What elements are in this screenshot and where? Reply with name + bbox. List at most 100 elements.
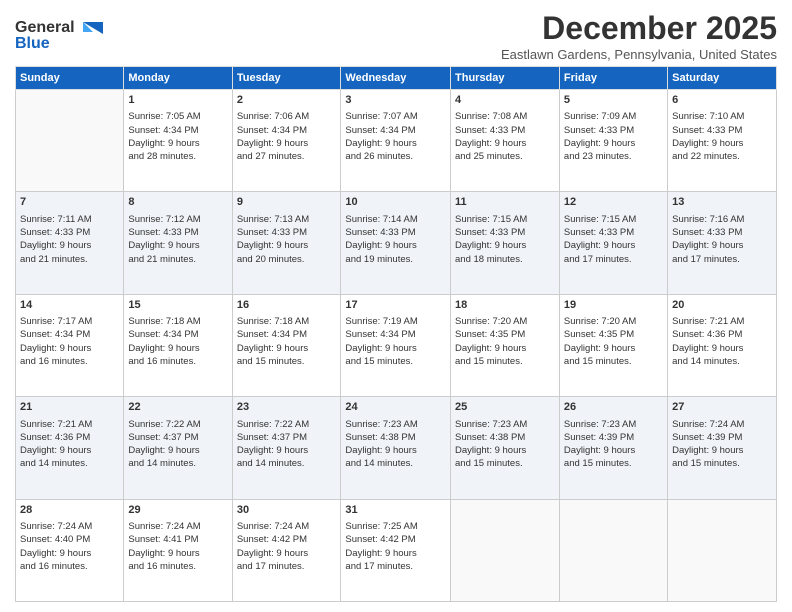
- table-row: 4 Sunrise: 7:08 AMSunset: 4:33 PMDaylight…: [451, 90, 560, 192]
- table-row: 13Sunrise: 7:16 AMSunset: 4:33 PMDayligh…: [668, 192, 777, 294]
- table-row: 12 Sunrise: 7:15 AMSunset: 4:33 PMDayligh…: [559, 192, 667, 294]
- day-info: Sunrise: 7:18 AMSunset: 4:34 PMDaylight:…: [128, 315, 227, 368]
- table-row: 29Sunrise: 7:24 AMSunset: 4:41 PMDayligh…: [124, 499, 232, 601]
- table-row: 21Sunrise: 7:21 AMSunset: 4:36 PMDayligh…: [16, 397, 124, 499]
- day-number: 26: [564, 400, 663, 415]
- day-number: 17: [345, 298, 446, 313]
- day-info: Sunrise: 7:23 AMSunset: 4:38 PMDaylight:…: [455, 418, 555, 471]
- day-number: 8: [128, 195, 227, 210]
- day-number: 24: [345, 400, 446, 415]
- day-number: 12: [564, 195, 663, 210]
- day-number: 3: [345, 93, 446, 108]
- day-info: Sunrise: 7:22 AMSunset: 4:37 PMDaylight:…: [237, 418, 337, 471]
- day-number: 6: [672, 93, 772, 108]
- day-number: 10: [345, 195, 446, 210]
- day-number: 31: [345, 503, 446, 518]
- table-row: 24 Sunrise: 7:23 AMSunset: 4:38 PMDayligh…: [341, 397, 451, 499]
- header-monday: Monday: [124, 67, 232, 90]
- day-number: 2: [237, 93, 337, 108]
- day-number: 9: [237, 195, 337, 210]
- day-number: 11: [455, 195, 555, 210]
- table-row: 11 Sunrise: 7:15 AMSunset: 4:33 PMDayligh…: [451, 192, 560, 294]
- day-info: Sunrise: 7:24 AMSunset: 4:40 PMDaylight:…: [20, 520, 119, 573]
- table-row: 25Sunrise: 7:23 AMSunset: 4:38 PMDayligh…: [451, 397, 560, 499]
- day-info: Sunrise: 7:14 AMSunset: 4:33 PMDaylight:…: [345, 213, 446, 266]
- header-wednesday: Wednesday: [341, 67, 451, 90]
- table-row: 30 Sunrise: 7:24 AMSunset: 4:42 PMDayligh…: [232, 499, 341, 601]
- header-tuesday: Tuesday: [232, 67, 341, 90]
- header-saturday: Saturday: [668, 67, 777, 90]
- day-info: Sunrise: 7:19 AMSunset: 4:34 PMDaylight:…: [345, 315, 446, 368]
- table-row: 14 Sunrise: 7:17 AMSunset: 4:34 PMDayligh…: [16, 294, 124, 396]
- day-info: Sunrise: 7:18 AMSunset: 4:34 PMDaylight:…: [237, 315, 337, 368]
- table-row: 19Sunrise: 7:20 AMSunset: 4:35 PMDayligh…: [559, 294, 667, 396]
- day-info: Sunrise: 7:08 AMSunset: 4:33 PMDaylight:…: [455, 110, 555, 163]
- day-info: Sunrise: 7:15 AMSunset: 4:33 PMDaylight:…: [564, 213, 663, 266]
- day-number: 5: [564, 93, 663, 108]
- calendar-table: Sunday Monday Tuesday Wednesday Thursday…: [15, 66, 777, 602]
- day-number: 23: [237, 400, 337, 415]
- day-info: Sunrise: 7:17 AMSunset: 4:34 PMDaylight:…: [20, 315, 119, 368]
- table-row: 9Sunrise: 7:13 AMSunset: 4:33 PMDaylight…: [232, 192, 341, 294]
- table-row: 15 Sunrise: 7:18 AMSunset: 4:34 PMDayligh…: [124, 294, 232, 396]
- day-info: Sunrise: 7:22 AMSunset: 4:37 PMDaylight:…: [128, 418, 227, 471]
- day-number: 14: [20, 298, 119, 313]
- day-info: Sunrise: 7:24 AMSunset: 4:42 PMDaylight:…: [237, 520, 337, 573]
- day-info: Sunrise: 7:20 AMSunset: 4:35 PMDaylight:…: [455, 315, 555, 368]
- page: General Blue December 2025 Eastlawn Gard…: [0, 0, 792, 612]
- table-row: 31 Sunrise: 7:25 AMSunset: 4:42 PMDayligh…: [341, 499, 451, 601]
- logo-icon: General Blue: [15, 14, 105, 56]
- calendar-week-row: 14 Sunrise: 7:17 AMSunset: 4:34 PMDayligh…: [16, 294, 777, 396]
- day-number: 29: [128, 503, 227, 518]
- day-info: Sunrise: 7:23 AMSunset: 4:39 PMDaylight:…: [564, 418, 663, 471]
- day-info: Sunrise: 7:10 AMSunset: 4:33 PMDaylight:…: [672, 110, 772, 163]
- calendar-week-row: 21Sunrise: 7:21 AMSunset: 4:36 PMDayligh…: [16, 397, 777, 499]
- day-number: 15: [128, 298, 227, 313]
- day-number: 16: [237, 298, 337, 313]
- table-row: 3 Sunrise: 7:07 AMSunset: 4:34 PMDaylight…: [341, 90, 451, 192]
- table-row: 28Sunrise: 7:24 AMSunset: 4:40 PMDayligh…: [16, 499, 124, 601]
- day-info: Sunrise: 7:11 AMSunset: 4:33 PMDaylight:…: [20, 213, 119, 266]
- logo: General Blue: [15, 14, 105, 56]
- table-row: [559, 499, 667, 601]
- day-number: 22: [128, 400, 227, 415]
- day-info: Sunrise: 7:23 AMSunset: 4:38 PMDaylight:…: [345, 418, 446, 471]
- day-number: 13: [672, 195, 772, 210]
- table-row: 26 Sunrise: 7:23 AMSunset: 4:39 PMDayligh…: [559, 397, 667, 499]
- table-row: [451, 499, 560, 601]
- day-info: Sunrise: 7:05 AMSunset: 4:34 PMDaylight:…: [128, 110, 227, 163]
- day-number: 20: [672, 298, 772, 313]
- table-row: 6 Sunrise: 7:10 AMSunset: 4:33 PMDaylight…: [668, 90, 777, 192]
- day-info: Sunrise: 7:25 AMSunset: 4:42 PMDaylight:…: [345, 520, 446, 573]
- table-row: 16 Sunrise: 7:18 AMSunset: 4:34 PMDayligh…: [232, 294, 341, 396]
- location: Eastlawn Gardens, Pennsylvania, United S…: [501, 47, 777, 62]
- title-section: December 2025 Eastlawn Gardens, Pennsylv…: [501, 10, 777, 62]
- header: General Blue December 2025 Eastlawn Gard…: [15, 10, 777, 62]
- header-thursday: Thursday: [451, 67, 560, 90]
- day-number: 4: [455, 93, 555, 108]
- day-info: Sunrise: 7:21 AMSunset: 4:36 PMDaylight:…: [672, 315, 772, 368]
- day-info: Sunrise: 7:12 AMSunset: 4:33 PMDaylight:…: [128, 213, 227, 266]
- table-row: 17 Sunrise: 7:19 AMSunset: 4:34 PMDayligh…: [341, 294, 451, 396]
- day-info: Sunrise: 7:07 AMSunset: 4:34 PMDaylight:…: [345, 110, 446, 163]
- calendar-header-row: Sunday Monday Tuesday Wednesday Thursday…: [16, 67, 777, 90]
- table-row: 23 Sunrise: 7:22 AMSunset: 4:37 PMDayligh…: [232, 397, 341, 499]
- table-row: 2 Sunrise: 7:06 AMSunset: 4:34 PMDaylight…: [232, 90, 341, 192]
- table-row: 1Sunrise: 7:05 AMSunset: 4:34 PMDaylight…: [124, 90, 232, 192]
- day-number: 27: [672, 400, 772, 415]
- day-info: Sunrise: 7:20 AMSunset: 4:35 PMDaylight:…: [564, 315, 663, 368]
- day-info: Sunrise: 7:09 AMSunset: 4:33 PMDaylight:…: [564, 110, 663, 163]
- table-row: 10 Sunrise: 7:14 AMSunset: 4:33 PMDayligh…: [341, 192, 451, 294]
- table-row: 22 Sunrise: 7:22 AMSunset: 4:37 PMDayligh…: [124, 397, 232, 499]
- day-number: 18: [455, 298, 555, 313]
- svg-text:Blue: Blue: [15, 35, 50, 52]
- day-number: 30: [237, 503, 337, 518]
- calendar-week-row: 28Sunrise: 7:24 AMSunset: 4:40 PMDayligh…: [16, 499, 777, 601]
- table-row: 7Sunrise: 7:11 AMSunset: 4:33 PMDaylight…: [16, 192, 124, 294]
- month-title: December 2025: [501, 10, 777, 47]
- table-row: 27 Sunrise: 7:24 AMSunset: 4:39 PMDayligh…: [668, 397, 777, 499]
- day-info: Sunrise: 7:15 AMSunset: 4:33 PMDaylight:…: [455, 213, 555, 266]
- day-info: Sunrise: 7:24 AMSunset: 4:39 PMDaylight:…: [672, 418, 772, 471]
- table-row: 20 Sunrise: 7:21 AMSunset: 4:36 PMDayligh…: [668, 294, 777, 396]
- day-info: Sunrise: 7:06 AMSunset: 4:34 PMDaylight:…: [237, 110, 337, 163]
